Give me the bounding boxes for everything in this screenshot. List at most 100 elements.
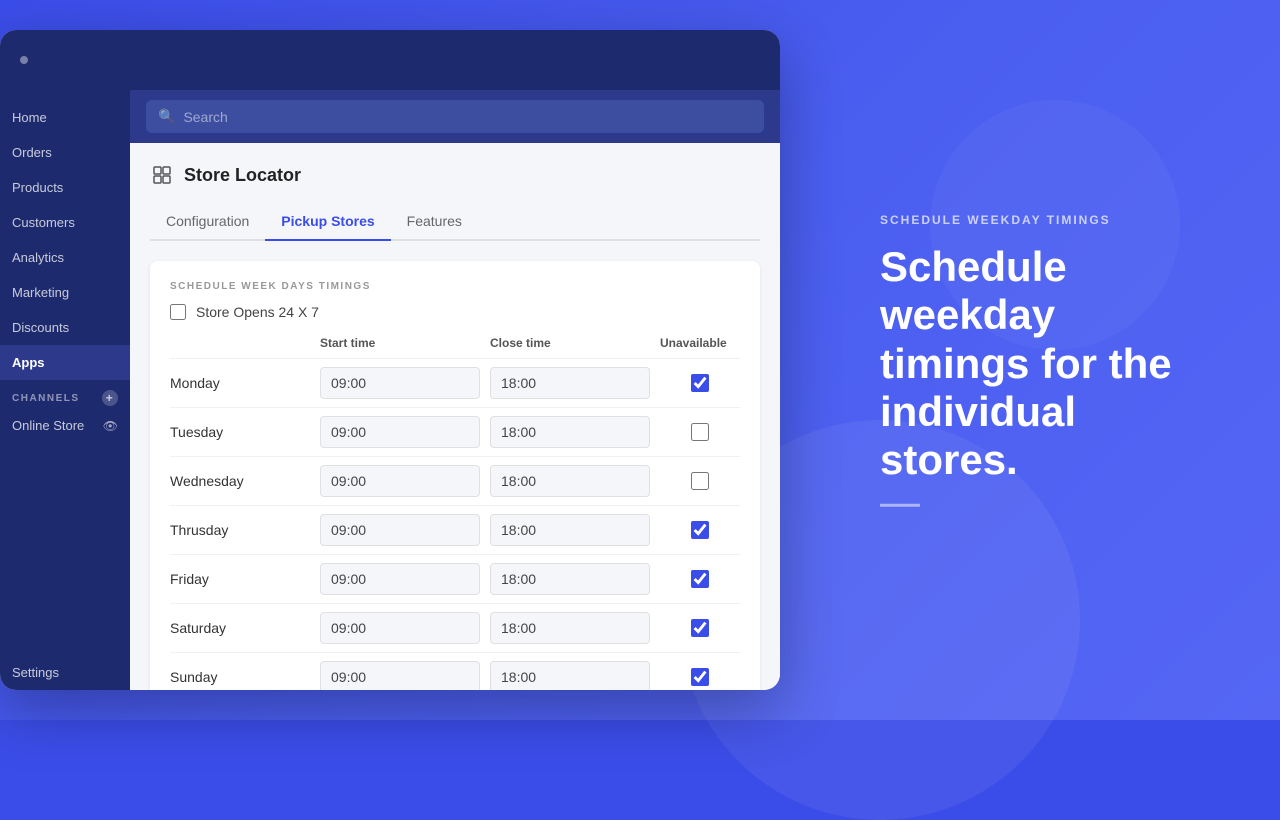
search-icon: 🔍 — [158, 108, 175, 125]
unavailable-checkbox[interactable] — [691, 570, 709, 588]
online-store-label: Online Store — [12, 418, 84, 433]
unavailable-checkbox[interactable] — [691, 521, 709, 539]
start-time-input[interactable] — [320, 661, 480, 690]
close-time-input[interactable] — [490, 563, 650, 595]
unavailable-cell — [660, 668, 740, 686]
unavailable-cell — [660, 374, 740, 392]
day-name: Wednesday — [170, 473, 310, 489]
channels-label: CHANNELS — [12, 393, 80, 404]
unavailable-checkbox[interactable] — [691, 423, 709, 441]
tab-features[interactable]: Features — [391, 203, 478, 241]
col-header-start: Start time — [320, 336, 480, 350]
unavailable-cell — [660, 619, 740, 637]
top-bar — [0, 30, 780, 90]
eye-icon: 👁 — [103, 419, 118, 433]
page-header: Store Locator — [150, 163, 760, 187]
table-header: Start time Close time Unavailable — [170, 336, 740, 358]
table-row: Monday — [170, 358, 740, 407]
sidebar-item-analytics[interactable]: Analytics — [0, 240, 130, 275]
sidebar-item-online-store[interactable]: Online Store 👁 — [0, 410, 130, 441]
unavailable-checkbox[interactable] — [691, 472, 709, 490]
sidebar-item-apps[interactable]: Apps — [0, 345, 130, 380]
table-row: Sunday — [170, 652, 740, 690]
channels-section: CHANNELS + — [0, 380, 130, 410]
store-opens-label: Store Opens 24 X 7 — [196, 304, 319, 320]
start-time-input[interactable] — [320, 612, 480, 644]
right-panel-subtitle: SCHEDULE WEEKDAY TIMINGS — [880, 213, 1200, 227]
search-input[interactable] — [183, 109, 752, 125]
sidebar-item-discounts[interactable]: Discounts — [0, 310, 130, 345]
page-content: Store Locator Configuration Pickup Store… — [130, 143, 780, 690]
schedule-table: Start time Close time Unavailable Monday… — [170, 336, 740, 690]
unavailable-checkbox[interactable] — [691, 619, 709, 637]
day-name: Tuesday — [170, 424, 310, 440]
start-time-input[interactable] — [320, 465, 480, 497]
home-label: Home — [12, 110, 47, 125]
table-row: Tuesday — [170, 407, 740, 456]
day-name: Monday — [170, 375, 310, 391]
close-time-input[interactable] — [490, 367, 650, 399]
close-time-input[interactable] — [490, 465, 650, 497]
content-area: 🔍 Store Locator — [130, 90, 780, 690]
tab-pickup-stores[interactable]: Pickup Stores — [265, 203, 390, 241]
sidebar: Home Orders Products Customers Analytics… — [0, 90, 130, 690]
col-header-close: Close time — [490, 336, 650, 350]
discounts-label: Discounts — [12, 320, 69, 335]
start-time-input[interactable] — [320, 563, 480, 595]
customers-label: Customers — [12, 215, 75, 230]
unavailable-cell — [660, 423, 740, 441]
table-row: Saturday — [170, 603, 740, 652]
right-panel-main-text: Schedule weekday timings for the individ… — [880, 243, 1200, 484]
start-time-input[interactable] — [320, 514, 480, 546]
add-channel-button[interactable]: + — [102, 390, 118, 406]
window-dot — [20, 56, 28, 64]
unavailable-checkbox[interactable] — [691, 374, 709, 392]
store-opens-row: Store Opens 24 X 7 — [170, 304, 740, 320]
orders-label: Orders — [12, 145, 52, 160]
close-time-input[interactable] — [490, 416, 650, 448]
start-time-input[interactable] — [320, 367, 480, 399]
day-name: Thrusday — [170, 522, 310, 538]
sidebar-item-customers[interactable]: Customers — [0, 205, 130, 240]
tab-configuration[interactable]: Configuration — [150, 203, 265, 241]
page-title: Store Locator — [184, 165, 301, 186]
sidebar-item-home[interactable]: Home — [0, 100, 130, 135]
apps-label: Apps — [12, 355, 45, 370]
table-row: Thrusday — [170, 505, 740, 554]
unavailable-cell — [660, 570, 740, 588]
tabs: Configuration Pickup Stores Features — [150, 203, 760, 241]
close-time-input[interactable] — [490, 612, 650, 644]
day-name: Friday — [170, 571, 310, 587]
table-row: Friday — [170, 554, 740, 603]
right-panel-divider — [880, 504, 920, 507]
table-row: Wednesday — [170, 456, 740, 505]
day-name: Sunday — [170, 669, 310, 685]
search-bar: 🔍 — [130, 90, 780, 143]
schedule-card: SCHEDULE WEEK DAYS TIMINGS Store Opens 2… — [150, 261, 760, 690]
sidebar-item-marketing[interactable]: Marketing — [0, 275, 130, 310]
col-header-day — [170, 336, 310, 350]
store-opens-checkbox[interactable] — [170, 304, 186, 320]
close-time-input[interactable] — [490, 661, 650, 690]
start-time-input[interactable] — [320, 416, 480, 448]
search-input-wrap: 🔍 — [146, 100, 764, 133]
store-locator-icon — [150, 163, 174, 187]
unavailable-checkbox[interactable] — [691, 668, 709, 686]
app-window: Home Orders Products Customers Analytics… — [0, 30, 780, 690]
main-layout: Home Orders Products Customers Analytics… — [0, 90, 780, 690]
section-label: SCHEDULE WEEK DAYS TIMINGS — [170, 281, 740, 292]
sidebar-item-settings[interactable]: Settings — [0, 655, 130, 690]
unavailable-cell — [660, 521, 740, 539]
settings-label: Settings — [12, 665, 59, 680]
analytics-label: Analytics — [12, 250, 64, 265]
day-name: Saturday — [170, 620, 310, 636]
unavailable-cell — [660, 472, 740, 490]
marketing-label: Marketing — [12, 285, 69, 300]
sidebar-item-products[interactable]: Products — [0, 170, 130, 205]
schedule-rows-container: Monday Tuesday Wednesday Thrusday — [170, 358, 740, 690]
close-time-input[interactable] — [490, 514, 650, 546]
sidebar-item-orders[interactable]: Orders — [0, 135, 130, 170]
col-header-unavailable: Unavailable — [660, 336, 740, 350]
products-label: Products — [12, 180, 63, 195]
right-panel: SCHEDULE WEEKDAY TIMINGS Schedule weekda… — [880, 213, 1200, 507]
